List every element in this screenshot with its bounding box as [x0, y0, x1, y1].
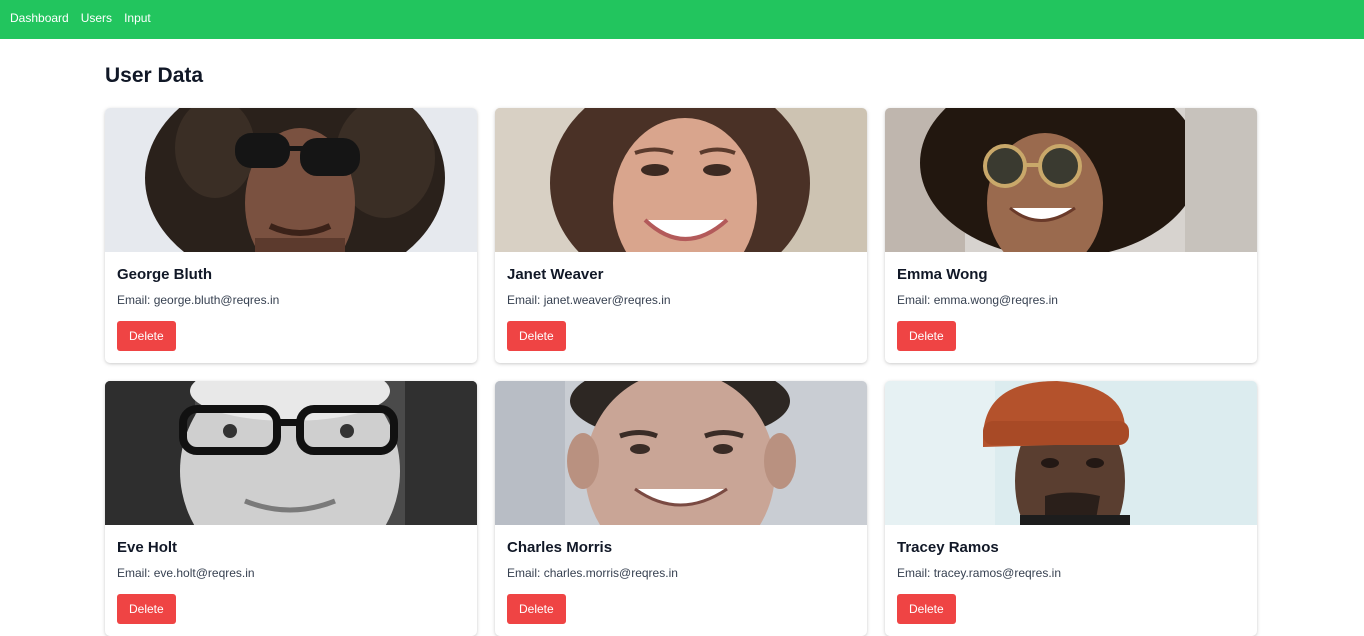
user-name: Emma Wong	[897, 266, 988, 283]
top-navbar: Dashboard Users Input	[0, 0, 1364, 39]
user-card: Janet Weaver Email: janet.weaver@reqres.…	[495, 108, 867, 363]
delete-button[interactable]: Delete	[897, 321, 956, 351]
user-email-line: Email: janet.weaver@reqres.in	[507, 293, 855, 307]
user-email-line: Email: eve.holt@reqres.in	[117, 566, 465, 580]
user-email: charles.morris@reqres.in	[543, 566, 678, 580]
delete-button[interactable]: Delete	[117, 321, 176, 351]
nav-link-dashboard[interactable]: Dashboard	[10, 11, 69, 25]
user-email: tracey.ramos@reqres.in	[933, 566, 1062, 580]
delete-button[interactable]: Delete	[507, 594, 566, 624]
user-name: Tracey Ramos	[897, 539, 999, 556]
user-email: eve.holt@reqres.in	[153, 566, 255, 580]
user-email-line: Email: charles.morris@reqres.in	[507, 566, 855, 580]
card-body: Charles Morris Email: charles.morris@req…	[495, 525, 867, 624]
page-title: User Data	[105, 64, 204, 87]
user-avatar-photo	[495, 108, 867, 252]
user-card-grid: George Bluth Email: george.bluth@reqres.…	[105, 108, 1257, 636]
card-body: George Bluth Email: george.bluth@reqres.…	[105, 252, 477, 351]
user-email-line: Email: emma.wong@reqres.in	[897, 293, 1245, 307]
user-name: Eve Holt	[117, 539, 178, 556]
user-avatar-photo	[885, 108, 1257, 252]
delete-button[interactable]: Delete	[897, 594, 956, 624]
user-name: George Bluth	[117, 266, 213, 283]
email-label: Email:	[117, 293, 151, 307]
email-label: Email:	[117, 566, 151, 580]
user-name: Janet Weaver	[507, 266, 604, 283]
user-email-line: Email: tracey.ramos@reqres.in	[897, 566, 1245, 580]
card-body: Emma Wong Email: emma.wong@reqres.in Del…	[885, 252, 1257, 351]
user-card: Charles Morris Email: charles.morris@req…	[495, 381, 867, 636]
email-label: Email:	[897, 566, 931, 580]
user-email: george.bluth@reqres.in	[153, 293, 280, 307]
email-label: Email:	[897, 293, 931, 307]
user-avatar-photo	[495, 381, 867, 525]
user-card: Emma Wong Email: emma.wong@reqres.in Del…	[885, 108, 1257, 363]
card-body: Eve Holt Email: eve.holt@reqres.in Delet…	[105, 525, 477, 624]
user-card: George Bluth Email: george.bluth@reqres.…	[105, 108, 477, 363]
delete-button[interactable]: Delete	[507, 321, 566, 351]
delete-button[interactable]: Delete	[117, 594, 176, 624]
user-name: Charles Morris	[507, 539, 613, 556]
user-email-line: Email: george.bluth@reqres.in	[117, 293, 465, 307]
nav-link-input[interactable]: Input	[124, 11, 151, 25]
email-label: Email:	[507, 566, 541, 580]
email-label: Email:	[507, 293, 541, 307]
card-body: Tracey Ramos Email: tracey.ramos@reqres.…	[885, 525, 1257, 624]
user-email: emma.wong@reqres.in	[933, 293, 1058, 307]
card-body: Janet Weaver Email: janet.weaver@reqres.…	[495, 252, 867, 351]
user-avatar-photo	[885, 381, 1257, 525]
user-email: janet.weaver@reqres.in	[543, 293, 671, 307]
user-avatar-photo	[105, 108, 477, 252]
nav-link-users[interactable]: Users	[81, 11, 112, 25]
user-avatar-photo	[105, 381, 477, 525]
user-card: Eve Holt Email: eve.holt@reqres.in Delet…	[105, 381, 477, 636]
user-card: Tracey Ramos Email: tracey.ramos@reqres.…	[885, 381, 1257, 636]
